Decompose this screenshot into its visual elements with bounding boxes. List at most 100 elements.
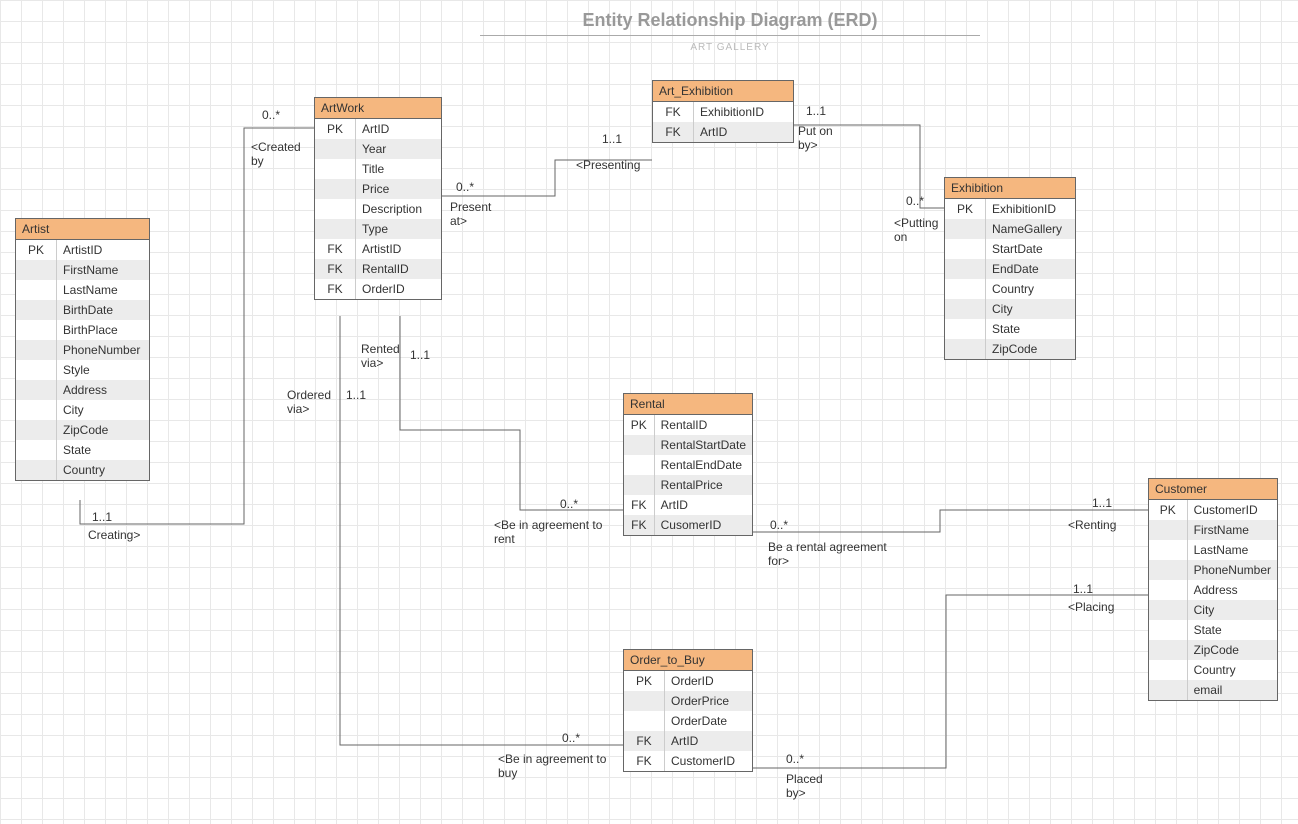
attr-name: OrderDate — [665, 711, 753, 731]
attr-name: OrderID — [665, 671, 753, 691]
label-creating-card: 1..1 — [92, 510, 112, 524]
label-created-by: <Created by — [251, 140, 301, 169]
table-row: PKExhibitionID — [945, 199, 1075, 219]
attr-name: CusomerID — [654, 515, 752, 535]
table-row: FKArtID — [653, 122, 793, 142]
attr-key — [1149, 680, 1187, 700]
page-title: Entity Relationship Diagram (ERD) — [480, 10, 980, 36]
attr-name: Title — [356, 159, 442, 179]
entity-attributes: FKExhibitionIDFKArtID — [653, 102, 793, 142]
table-row: PhoneNumber — [1149, 560, 1277, 580]
attr-name: Price — [356, 179, 442, 199]
label-placing-card: 1..1 — [1073, 582, 1093, 596]
attr-key: FK — [315, 259, 356, 279]
entity-artwork[interactable]: ArtWork PKArtIDYearTitlePriceDescription… — [314, 97, 442, 300]
attr-key — [945, 239, 986, 259]
label-placed-by-card: 0..* — [786, 752, 804, 766]
entity-title: Exhibition — [945, 178, 1075, 199]
table-row: FKCusomerID — [624, 515, 752, 535]
page-subtitle: ART GALLERY — [480, 42, 980, 53]
entity-title: Rental — [624, 394, 752, 415]
attr-key — [16, 340, 57, 360]
entity-rental[interactable]: Rental PKRentalIDRentalStartDateRentalEn… — [623, 393, 753, 536]
attr-key — [315, 159, 356, 179]
table-row: Year — [315, 139, 441, 159]
table-row: State — [945, 319, 1075, 339]
attr-name: EndDate — [986, 259, 1076, 279]
attr-name: FirstName — [1187, 520, 1277, 540]
entity-artist[interactable]: Artist PKArtistIDFirstNameLastNameBirthD… — [15, 218, 150, 481]
entity-title: Art_Exhibition — [653, 81, 793, 102]
attr-key — [16, 320, 57, 340]
label-presenting: <Presenting — [576, 158, 640, 172]
table-row: Address — [1149, 580, 1277, 600]
attr-name: Address — [1187, 580, 1277, 600]
entity-order[interactable]: Order_to_Buy PKOrderIDOrderPriceOrderDat… — [623, 649, 753, 772]
label-agree-buy-card: 0..* — [562, 731, 580, 745]
table-row: OrderPrice — [624, 691, 752, 711]
entity-customer[interactable]: Customer PKCustomerIDFirstNameLastNamePh… — [1148, 478, 1278, 701]
table-row: City — [16, 400, 149, 420]
label-rented-via-card: 1..1 — [410, 348, 430, 362]
attr-name: Country — [57, 460, 150, 480]
attr-name: CustomerID — [665, 751, 753, 771]
attr-key — [315, 219, 356, 239]
label-created-by-card: 0..* — [262, 108, 280, 122]
attr-key — [1149, 560, 1187, 580]
attr-name: Country — [986, 279, 1076, 299]
table-row: ZipCode — [16, 420, 149, 440]
attr-key — [16, 300, 57, 320]
label-rented-via: Rented via> — [361, 342, 400, 371]
entity-title: Customer — [1149, 479, 1277, 500]
title-block: Entity Relationship Diagram (ERD) ART GA… — [480, 10, 980, 53]
attr-key — [16, 260, 57, 280]
attr-name: City — [986, 299, 1076, 319]
entity-attributes: PKCustomerIDFirstNameLastNamePhoneNumber… — [1149, 500, 1277, 700]
attr-key — [624, 711, 665, 731]
entity-exhibition[interactable]: Exhibition PKExhibitionIDNameGalleryStar… — [944, 177, 1076, 360]
attr-key: FK — [315, 279, 356, 299]
attr-key — [624, 691, 665, 711]
diagram-canvas: Entity Relationship Diagram (ERD) ART GA… — [0, 0, 1298, 824]
attr-key — [945, 319, 986, 339]
attr-name: LastName — [1187, 540, 1277, 560]
attr-name: ExhibitionID — [694, 102, 794, 122]
attr-name: State — [57, 440, 150, 460]
table-row: FKArtistID — [315, 239, 441, 259]
attr-name: PhoneNumber — [1187, 560, 1277, 580]
table-row: City — [1149, 600, 1277, 620]
attr-name: RentalID — [654, 415, 752, 435]
attr-key: FK — [624, 495, 654, 515]
attr-key — [945, 339, 986, 359]
attr-name: RentalID — [356, 259, 442, 279]
attr-name: Country — [1187, 660, 1277, 680]
attr-key — [16, 280, 57, 300]
entity-art-exhibition[interactable]: Art_Exhibition FKExhibitionIDFKArtID — [652, 80, 794, 143]
table-row: Country — [16, 460, 149, 480]
attr-name: ArtID — [665, 731, 753, 751]
attr-key — [624, 455, 654, 475]
label-placed-by: Placed by> — [786, 772, 823, 801]
entity-title: Order_to_Buy — [624, 650, 752, 671]
attr-name: OrderID — [356, 279, 442, 299]
attr-name: RentalStartDate — [654, 435, 752, 455]
attr-key: FK — [315, 239, 356, 259]
table-row: FKRentalID — [315, 259, 441, 279]
label-rental-for-card: 0..* — [770, 518, 788, 532]
attr-key — [16, 400, 57, 420]
attr-name: RentalEndDate — [654, 455, 752, 475]
label-placing: <Placing — [1068, 600, 1114, 614]
table-row: Country — [945, 279, 1075, 299]
label-renting-card: 1..1 — [1092, 496, 1112, 510]
attr-key: PK — [945, 199, 986, 219]
table-row: PKArtID — [315, 119, 441, 139]
attr-key: PK — [315, 119, 356, 139]
attr-name: NameGallery — [986, 219, 1076, 239]
table-row: FirstName — [1149, 520, 1277, 540]
attr-key — [945, 259, 986, 279]
table-row: FKArtID — [624, 495, 752, 515]
attr-key — [315, 199, 356, 219]
entity-attributes: PKArtIDYearTitlePriceDescriptionTypeFKAr… — [315, 119, 441, 299]
attr-key — [945, 219, 986, 239]
table-row: Address — [16, 380, 149, 400]
